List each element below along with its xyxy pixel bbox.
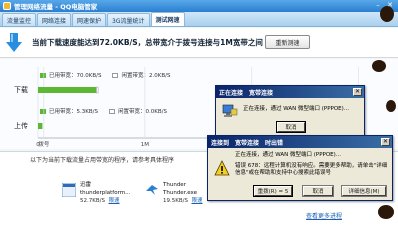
download-arrow-icon <box>6 33 22 52</box>
tab-traffic-monitor[interactable]: 流量监控 <box>2 13 37 26</box>
bar-used-download <box>38 87 97 93</box>
process-subtitle: Thunder.exe <box>163 190 197 196</box>
close-icon[interactable]: ✕ <box>381 138 390 146</box>
ink-blot <box>378 205 394 219</box>
thunder-bolt-icon <box>62 183 76 197</box>
limit-speed-link[interactable]: 限速 <box>108 198 119 204</box>
error-dialog: 连接到 宽带连接 时出错 ✕ 正在连接，通过 WAN 微型端口 (PPPOE).… <box>207 135 393 201</box>
dialog-status: 正在连接，通过 WAN 微型端口 (PPPOE)... <box>235 152 342 158</box>
cancel-button[interactable]: 取消 <box>303 186 333 196</box>
process-speed: 19.5KB/S <box>163 198 188 204</box>
window-title: 管理网络流量 - QQ电脑管家 <box>14 3 98 11</box>
ink-blot <box>372 60 386 72</box>
process-name: 迅雷 <box>80 182 92 188</box>
process-note: 以下为当前下载流量占用带宽的程序，请参考具体程序 <box>30 157 175 164</box>
ink-blot <box>386 100 396 112</box>
tab-bar: 流量监控 网络连接 网速保护 3G流量统计 测试网速 <box>0 12 398 27</box>
process-item: Thunder Thunder.exe 19.5KB/S 限速 <box>145 182 203 205</box>
close-icon[interactable]: ✕ <box>353 88 362 96</box>
x-tick-label: 1M <box>141 142 149 148</box>
dialog-message: 正在连接，通过 WAN 微型端口 (PPPOE)... <box>243 106 350 112</box>
ink-blot <box>380 6 394 22</box>
process-item: 迅雷 thunderplatform... 52.7KB/S 限速 <box>62 182 130 205</box>
dialog-title-connection: 宽带连接 <box>249 89 274 97</box>
dialog-title: 正在连接 <box>219 89 244 97</box>
process-name: Thunder <box>163 182 186 188</box>
title-bar: 管理网络流量 - QQ电脑管家 – ✕ <box>0 0 398 12</box>
bar-used-upload <box>38 123 43 129</box>
error-message-line1: 错误 678：远程计算机没有响应。需要更多帮助，请单击"详细 <box>235 163 388 169</box>
dialog-title-error: 时出错 <box>265 139 284 147</box>
dialog-title: 连接到 <box>211 139 230 147</box>
network-computer-icon <box>222 104 238 117</box>
speed-banner: 当前下载速度能达到72.0KB/S，总带宽介于拨号连接与1M宽带之间 重新测速 <box>0 28 398 58</box>
warning-icon <box>214 160 230 176</box>
thunder-bird-icon <box>146 185 158 195</box>
connecting-dialog: 正在连接 宽带连接 ✕ 正在连接，通过 WAN 微型端口 (PPPOE)... … <box>215 85 365 137</box>
tab-speed-protection[interactable]: 网速保护 <box>72 13 107 26</box>
dialog-title-bar: 连接到 宽带连接 时出错 <box>208 136 392 148</box>
dialog-title-connection: 宽带连接 <box>235 139 260 147</box>
tab-network-connections[interactable]: 网络连接 <box>37 13 72 26</box>
app-icon <box>3 2 11 10</box>
speed-result-text: 当前下载速度能达到72.0KB/S，总带宽介于拨号连接与1M宽带之间 <box>32 38 263 47</box>
tab-3g-traffic[interactable]: 3G流量统计 <box>107 13 150 26</box>
details-button[interactable]: 详细信息(M) <box>342 186 386 196</box>
process-speed: 52.7KB/S <box>80 198 105 204</box>
retest-button[interactable]: 重新测速 <box>265 35 310 49</box>
tab-speed-test[interactable]: 测试网速 <box>150 12 185 26</box>
error-message-line2: 信息"或在帮助和支持中心搜索此错误号 <box>235 170 332 176</box>
cancel-button[interactable]: 取消 <box>277 122 305 132</box>
limit-speed-link[interactable]: 限速 <box>191 198 202 204</box>
more-processes-link[interactable]: 查看更多进程 <box>306 211 342 220</box>
bar-idle-download <box>96 86 99 94</box>
x-tick-label: 拨号 <box>38 140 50 148</box>
process-subtitle: thunderplatform... <box>80 190 131 196</box>
dialog-title-bar: 正在连接 宽带连接 <box>216 86 364 98</box>
redial-button[interactable]: 重拨(R) = 5 <box>254 186 292 196</box>
